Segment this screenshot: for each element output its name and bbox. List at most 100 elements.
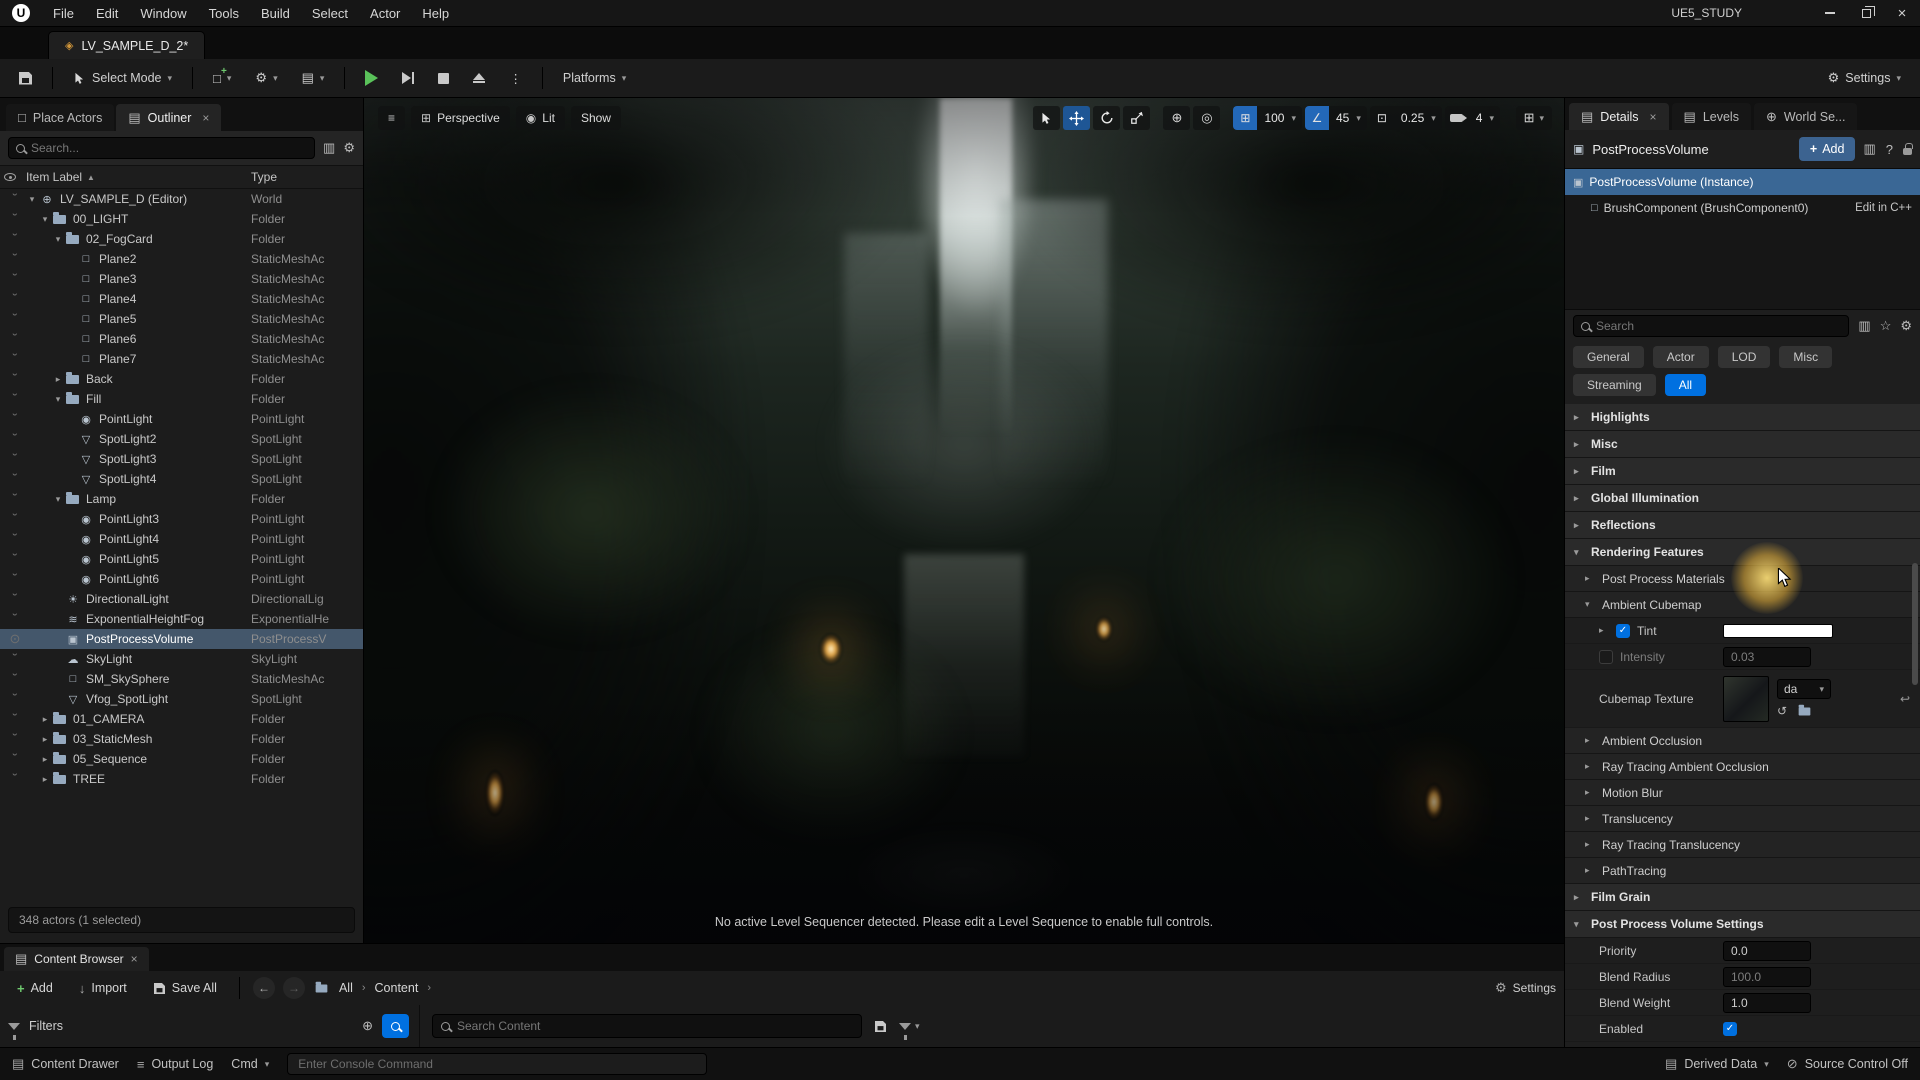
tab-world-settings[interactable]: ⊕ World Se... [1754,103,1858,130]
tab-outliner[interactable]: ▤ Outliner × [116,104,221,131]
eye-closed-icon[interactable]: ˘ [4,414,26,424]
add-filter-icon[interactable]: ⊕ [362,1018,373,1034]
add-component-button[interactable]: + Add [1799,137,1856,161]
world-coordinate-button[interactable]: ⊕ [1163,106,1190,130]
console-command-input[interactable] [298,1057,696,1071]
menu-actor[interactable]: Actor [359,0,411,27]
content-search-field[interactable] [432,1014,862,1038]
outliner-row-postprocessvolume[interactable]: ⊙▣PostProcessVolumePostProcessV [0,629,363,649]
breadcrumb-all[interactable]: All [339,981,353,995]
details-search-input[interactable] [1596,319,1841,333]
eye-closed-icon[interactable]: ˘ [4,234,26,244]
menu-file[interactable]: File [42,0,85,27]
filter-actor[interactable]: Actor [1653,346,1709,368]
path-folder-icon[interactable] [316,984,328,992]
eye-closed-icon[interactable]: ˘ [4,294,26,304]
select-tool-button[interactable] [1033,106,1060,130]
lit-dropdown[interactable]: ◉ Lit [516,106,565,130]
expander-icon[interactable]: ▾ [26,194,38,205]
outliner-row-pointlight5[interactable]: ˘◉PointLight5PointLight [0,549,363,569]
outliner-row-back[interactable]: ˘▸BackFolder [0,369,363,389]
content-drawer-button[interactable]: ▤ Content Drawer [12,1056,119,1072]
surface-snapping-button[interactable]: ◎ [1193,106,1220,130]
expander-icon[interactable]: ▸ [39,714,51,725]
eye-closed-icon[interactable]: ˘ [4,534,26,544]
outliner-row-exponentialheightfog[interactable]: ˘≋ExponentialHeightFogExponentialHe [0,609,363,629]
columns-icon[interactable]: ▥ [323,140,335,156]
rotate-tool-button[interactable] [1093,106,1120,130]
close-icon[interactable]: × [202,111,209,125]
menu-help[interactable]: Help [411,0,460,27]
view-options-icon[interactable]: ▥ [1863,141,1875,157]
outliner-row-spotlight2[interactable]: ˘▽SpotLight2SpotLight [0,429,363,449]
section-highlights[interactable]: ▸Highlights [1565,404,1920,431]
eye-closed-icon[interactable]: ˘ [4,614,26,624]
section-translucency[interactable]: ▸Translucency [1565,806,1920,832]
tab-content-browser[interactable]: ▤ Content Browser × [4,947,149,971]
outliner-row-spotlight4[interactable]: ˘▽SpotLight4SpotLight [0,469,363,489]
expander-icon[interactable]: ▾ [52,394,64,405]
section-pathtracing[interactable]: ▸PathTracing [1565,858,1920,884]
add-asset-button[interactable]: + Add [8,975,62,1001]
section-misc[interactable]: ▸Misc [1565,431,1920,458]
expander-icon[interactable]: ▸ [39,774,51,785]
expander-icon[interactable]: ▾ [52,494,64,505]
favorites-icon[interactable]: ☆ [1880,318,1892,334]
outliner-row-02-fogcard[interactable]: ˘▾02_FogCardFolder [0,229,363,249]
section-post-process-volume-settings[interactable]: ▾Post Process Volume Settings [1565,911,1920,938]
play-button[interactable] [356,64,387,92]
search-toggle-button[interactable] [382,1014,409,1038]
outliner-settings-icon[interactable]: ⚙ [343,140,355,156]
expander-icon[interactable]: ▸ [52,374,64,385]
eye-closed-icon[interactable]: ˘ [4,214,26,224]
color-swatch[interactable] [1723,624,1833,638]
save-button[interactable] [10,64,41,92]
outliner-row-vfog-spotlight[interactable]: ˘▽Vfog_SpotLightSpotLight [0,689,363,709]
section-rendering-features[interactable]: ▾Rendering Features [1565,539,1920,566]
frame-skip-button[interactable] [393,64,423,92]
settings-dropdown[interactable]: ⚙ Settings ▾ [1819,64,1910,92]
expander-icon[interactable]: ▸ [39,754,51,765]
eye-closed-icon[interactable]: ˘ [4,574,26,584]
close-button[interactable]: × [1884,0,1920,27]
close-icon[interactable]: × [1650,110,1657,124]
checkbox[interactable]: ✓ [1616,624,1630,638]
visibility-column-icon[interactable] [4,173,16,181]
perspective-dropdown[interactable]: ⊞ Perspective [411,106,510,130]
eye-closed-icon[interactable]: ˘ [4,594,26,604]
outliner-row-pointlight3[interactable]: ˘◉PointLight3PointLight [0,509,363,529]
eye-closed-icon[interactable]: ˘ [4,734,26,744]
level-viewport[interactable]: ≡ ⊞ Perspective ◉ Lit Show ⊕ ◎ ⊞ [364,98,1564,943]
eye-closed-icon[interactable]: ˘ [4,554,26,564]
expander-icon[interactable]: ▾ [52,234,64,245]
camera-speed-control[interactable]: 4 ▾ [1445,106,1500,130]
eye-closed-icon[interactable]: ˘ [4,754,26,764]
asset-picker-combo[interactable]: da▾ [1777,679,1831,699]
lock-icon[interactable] [1903,148,1912,155]
outliner-row-00-light[interactable]: ˘▾00_LIGHTFolder [0,209,363,229]
outliner-row-pointlight4[interactable]: ˘◉PointLight4PointLight [0,529,363,549]
viewport-menu-button[interactable]: ≡ [378,106,405,130]
eye-closed-icon[interactable]: ˘ [4,454,26,464]
value-field[interactable]: 100.0 [1723,967,1811,987]
component-row-instance[interactable]: ▣ PostProcessVolume (Instance) [1565,169,1920,195]
filters-label[interactable]: Filters [29,1019,63,1033]
filter-misc[interactable]: Misc [1779,346,1832,368]
cinematics-button[interactable]: ▤ ▾ [293,64,334,92]
eye-closed-icon[interactable]: ˘ [4,474,26,484]
section-film-grain[interactable]: ▸Film Grain [1565,884,1920,911]
section-ambient-cubemap[interactable]: ▾Ambient Cubemap [1565,592,1920,618]
add-content-button[interactable]: □+ ▾ [204,64,240,92]
outliner-row-03-staticmesh[interactable]: ˘▸03_StaticMeshFolder [0,729,363,749]
outliner-row-directionallight[interactable]: ˘☀DirectionalLightDirectionalLig [0,589,363,609]
details-settings-icon[interactable]: ⚙ [1900,318,1912,334]
column-type[interactable]: Type [251,170,363,184]
outliner-row-fill[interactable]: ˘▾FillFolder [0,389,363,409]
content-browser-settings[interactable]: ⚙ Settings [1495,980,1556,996]
details-scrollbar[interactable] [1912,563,1918,685]
section-ambient-occlusion[interactable]: ▸Ambient Occlusion [1565,728,1920,754]
section-post-process-materials[interactable]: ▸Post Process Materials [1565,566,1920,592]
blueprints-button[interactable]: ⚙ ▾ [246,64,286,92]
grid-snap-control[interactable]: ⊞ 100 ▾ [1233,106,1302,130]
source-control-button[interactable]: ⊘ Source Control Off [1787,1056,1908,1072]
